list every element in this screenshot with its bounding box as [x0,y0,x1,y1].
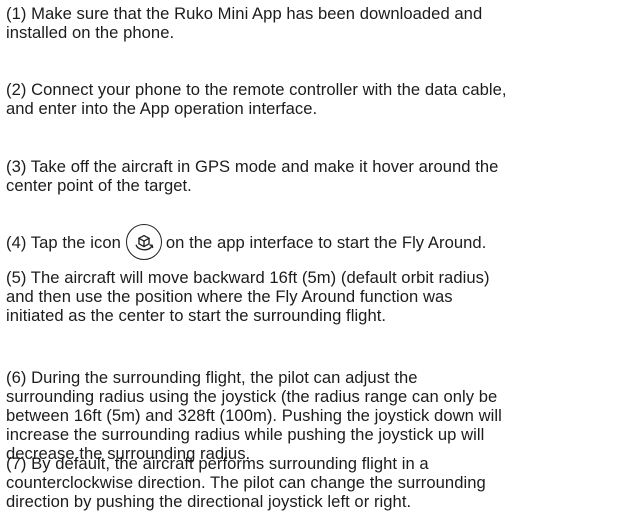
step-2-line: and enter into the App operation interfa… [6,99,318,118]
step-2-line: (2) Connect your phone to the remote con… [6,80,507,99]
step-2: (2) Connect your phone to the remote con… [6,80,507,118]
step-3-line: center point of the target. [6,176,192,195]
step-3-line: (3) Take off the aircraft in GPS mode an… [6,157,499,176]
step-5-line: initiated as the center to start the sur… [6,306,387,325]
step-6: (6) During the surrounding flight, the p… [6,368,502,463]
fly-around-icon [125,224,162,260]
step-5-line: and then use the position where the Fly … [6,287,453,306]
step-1-line: (1) Make sure that the Ruko Mini App has… [6,4,483,23]
step-7: (7) By default, the aircraft performs su… [6,454,486,511]
step-4-line: (4) Tap the icon on the app interface to… [6,224,487,260]
step-1-line: installed on the phone. [6,23,175,42]
step-7-line: direction by pushing the directional joy… [6,492,412,511]
step-5: (5) The aircraft will move backward 16ft… [6,268,490,325]
step-4-text-after-icon: on the app interface to start the Fly Ar… [165,232,487,252]
step-4: (4) Tap the icon on the app interface to… [6,224,487,260]
step-3: (3) Take off the aircraft in GPS mode an… [6,157,498,195]
step-6-line: (6) During the surrounding flight, the p… [6,368,418,387]
step-6-line: surrounding radius using the joystick (t… [6,387,498,406]
step-1: (1) Make sure that the Ruko Mini App has… [6,4,482,42]
step-6-line: between 16ft (5m) and 328ft (100m). Push… [6,406,502,425]
step-7-line: (7) By default, the aircraft performs su… [6,454,429,473]
step-5-line: (5) The aircraft will move backward 16ft… [6,268,490,287]
step-6-line: increase the surrounding radius while pu… [6,425,485,444]
step-4-text-before-icon: (4) Tap the icon [6,232,121,252]
step-7-line: counterclockwise direction. The pilot ca… [6,473,486,492]
